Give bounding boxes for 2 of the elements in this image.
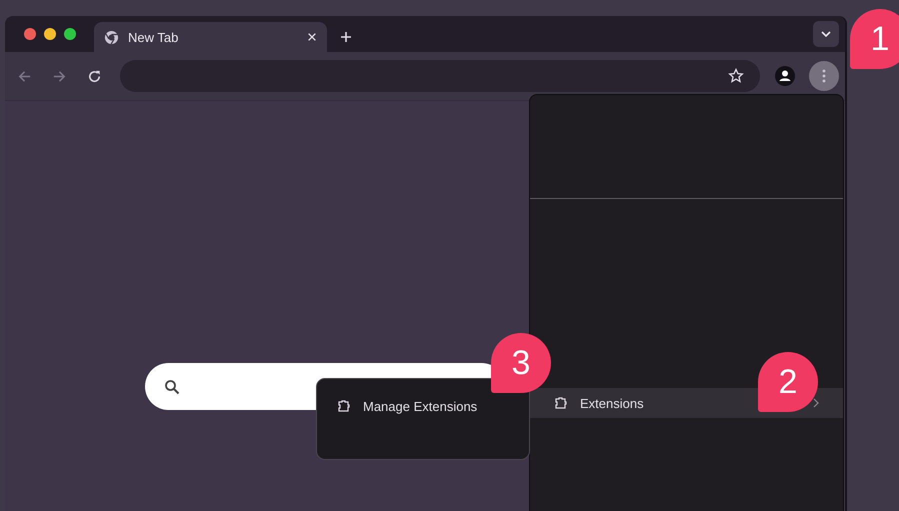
step-tooltip: 1: [850, 9, 899, 69]
tab-title: New Tab: [128, 30, 180, 44]
